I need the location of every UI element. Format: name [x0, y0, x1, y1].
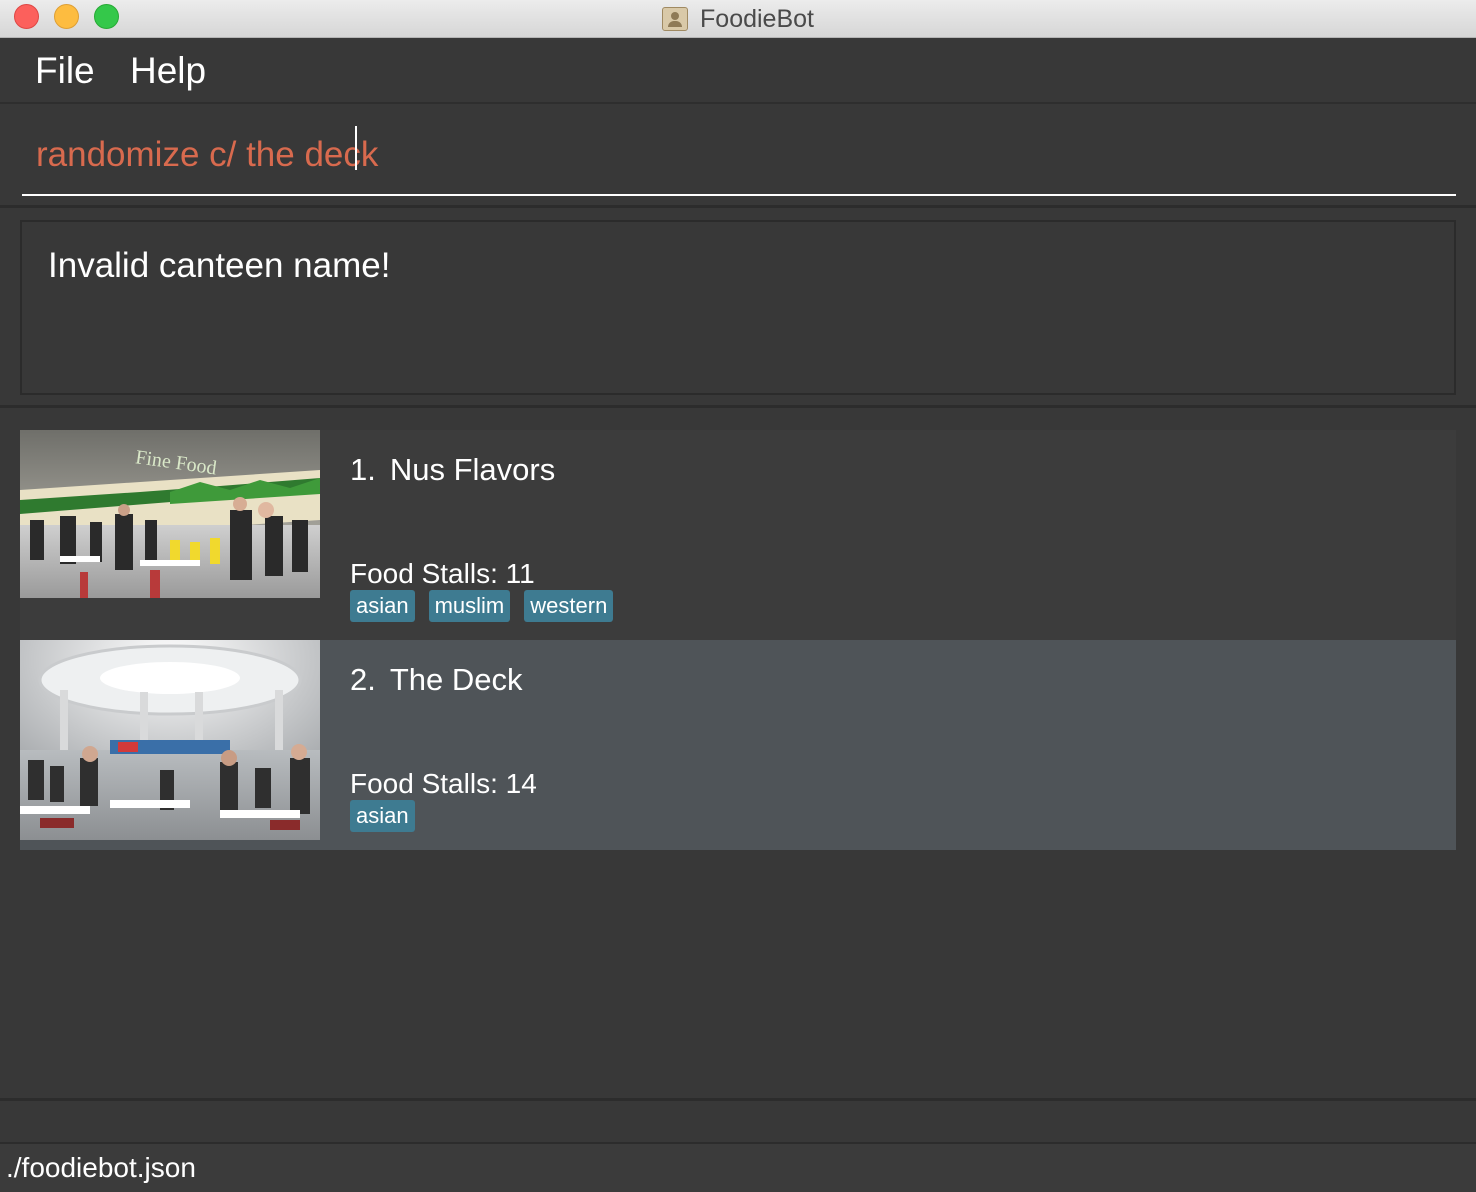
tag-list: asian muslim western	[350, 590, 614, 622]
canteen-index: 1.	[350, 452, 376, 487]
canteen-photo	[20, 640, 320, 840]
canteen-name: 2. The Deck	[350, 662, 523, 698]
app-icon	[662, 7, 689, 31]
tag-list: asian	[350, 800, 415, 832]
canteen-name-text: Nus Flavors	[389, 452, 556, 487]
canteen-photo: Fine Food	[20, 430, 320, 598]
menu-file[interactable]: File	[35, 50, 95, 92]
save-location-path: ./foodiebot.json	[6, 1152, 196, 1183]
text-caret	[355, 126, 357, 170]
tag-asian: asian	[350, 800, 415, 832]
window-title: FoodieBot	[700, 4, 814, 33]
result-message: Invalid canteen name!	[48, 246, 391, 285]
status-separator	[0, 1098, 1476, 1144]
canteen-name: 1. Nus Flavors	[350, 452, 555, 488]
canteen-photo-image: Fine Food	[20, 430, 320, 598]
menu-help[interactable]: Help	[130, 50, 206, 92]
result-display-area: Invalid canteen name!	[0, 210, 1476, 408]
canteen-card[interactable]: Fine Food 1. Nus Flavors Food Stalls: 11…	[20, 430, 1456, 640]
tag-western: western	[524, 590, 614, 622]
command-box	[0, 106, 1476, 208]
menu-bar: File Help	[0, 38, 1476, 104]
canteen-index: 2.	[350, 662, 376, 697]
canteen-list[interactable]: Fine Food 1. Nus Flavors Food Stalls: 11…	[0, 410, 1476, 1098]
title-bar: FoodieBot	[0, 0, 1476, 38]
tag-asian: asian	[350, 590, 415, 622]
tag-muslim: muslim	[428, 590, 511, 622]
result-display: Invalid canteen name!	[20, 220, 1456, 395]
food-stalls-count: Food Stalls: 14	[350, 768, 537, 799]
canteen-name-text: The Deck	[389, 662, 523, 697]
title-wrap: FoodieBot	[0, 0, 1476, 38]
food-stalls-count: Food Stalls: 11	[350, 558, 535, 589]
command-input[interactable]	[22, 116, 1456, 196]
status-bar: ./foodiebot.json	[0, 1144, 1476, 1192]
canteen-photo-image	[20, 640, 320, 840]
canteen-card-selected[interactable]: 2. The Deck Food Stalls: 14 asian	[20, 640, 1456, 850]
